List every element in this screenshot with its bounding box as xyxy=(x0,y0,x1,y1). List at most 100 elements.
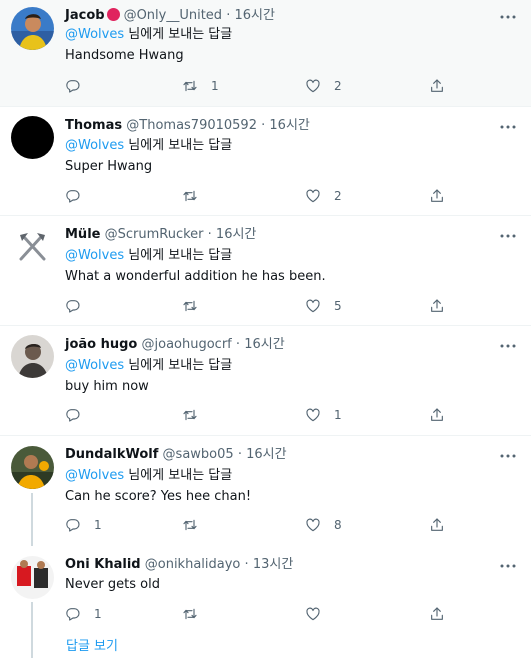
user-name[interactable]: Jacob xyxy=(65,8,105,23)
reply-icon xyxy=(65,188,81,204)
like-button[interactable]: 1 xyxy=(305,406,342,424)
replying-label: 님에게 보내는 답글 xyxy=(128,468,233,483)
heart-icon xyxy=(305,78,321,94)
avatar[interactable] xyxy=(11,556,54,599)
retweet-button[interactable] xyxy=(182,406,211,424)
avatar[interactable] xyxy=(11,225,54,268)
user-name[interactable]: Müle xyxy=(65,227,100,242)
timestamp[interactable]: 16시간 xyxy=(234,8,274,23)
avatar[interactable] xyxy=(11,446,54,489)
user-handle[interactable]: @ScrumRucker xyxy=(105,227,204,242)
tweet-text: Can he score? Yes hee chan! xyxy=(65,489,252,504)
user-name[interactable]: Thomas xyxy=(65,118,122,133)
retweet-button[interactable]: 1 xyxy=(182,77,219,95)
like-button[interactable]: 5 xyxy=(305,297,342,315)
tweet-text: Never gets old xyxy=(65,577,160,592)
mention-link[interactable]: @Wolves xyxy=(65,358,124,373)
user-handle[interactable]: @Only__United xyxy=(124,8,223,23)
retweet-button[interactable] xyxy=(182,516,211,534)
reply-icon xyxy=(65,407,81,423)
more-options-icon[interactable] xyxy=(499,12,517,22)
avatar[interactable] xyxy=(11,116,54,159)
share-button[interactable] xyxy=(429,406,445,424)
reply-icon xyxy=(65,298,81,314)
timestamp[interactable]: 16시간 xyxy=(244,337,284,352)
retweet-icon xyxy=(182,517,198,533)
show-replies-link[interactable]: 답글 보기 xyxy=(66,638,118,656)
retweet-button[interactable] xyxy=(182,187,211,205)
mention-link[interactable]: @Wolves xyxy=(65,27,124,42)
separator: · xyxy=(235,337,241,352)
tweet-text: Handsome Hwang xyxy=(65,48,184,63)
reply-count: 1 xyxy=(94,518,102,532)
user-name[interactable]: Oni Khalid xyxy=(65,557,141,572)
reply-tweet[interactable]: Thomas @Thomas79010592 · 16시간 @Wolves 님에… xyxy=(0,107,531,215)
user-name[interactable]: joão hugo xyxy=(65,337,137,352)
reply-button[interactable]: 1 xyxy=(65,605,102,623)
share-button[interactable] xyxy=(429,605,445,623)
tweet-actions: 1 xyxy=(65,605,455,623)
more-options-icon[interactable] xyxy=(499,561,517,571)
more-options-icon[interactable] xyxy=(499,231,517,241)
reply-icon xyxy=(65,78,81,94)
share-button[interactable] xyxy=(429,516,445,534)
replying-to: @Wolves 님에게 보내는 답글 xyxy=(65,26,232,44)
user-handle[interactable]: @joaohugocrf xyxy=(142,337,232,352)
avatar[interactable] xyxy=(11,7,54,50)
separator: · xyxy=(237,447,242,462)
tweet-actions: 2 xyxy=(65,187,455,205)
reply-tweet[interactable]: Müle @ScrumRucker · 16시간 @Wolves 님에게 보내는… xyxy=(0,216,531,325)
reply-tweet[interactable]: DundalkWolf @sawbo05 · 16시간 @Wolves 님에게 … xyxy=(0,436,531,546)
share-icon xyxy=(429,407,445,423)
share-button[interactable] xyxy=(429,187,445,205)
reply-button[interactable] xyxy=(65,187,94,205)
like-count: 2 xyxy=(334,79,342,93)
share-button[interactable] xyxy=(429,297,445,315)
reply-button[interactable] xyxy=(65,297,94,315)
share-icon xyxy=(429,78,445,94)
separator: · xyxy=(261,118,266,133)
like-button[interactable]: 8 xyxy=(305,516,342,534)
retweet-icon xyxy=(182,606,198,622)
mention-link[interactable]: @Wolves xyxy=(65,138,124,153)
like-count: 1 xyxy=(334,408,342,422)
user-handle[interactable]: @Thomas79010592 xyxy=(126,118,257,133)
user-handle[interactable]: @onikhalidayo xyxy=(145,557,241,572)
reply-tweet[interactable]: joão hugo @joaohugocrf · 16시간 @Wolves 님에… xyxy=(0,326,531,435)
tweet-text: What a wonderful addition he has been. xyxy=(65,269,326,284)
reply-tweet[interactable]: Jacob @Only__United · 16시간 @Wolves 님에게 보내… xyxy=(0,0,531,106)
like-button[interactable] xyxy=(305,605,334,623)
share-icon xyxy=(429,517,445,533)
timestamp[interactable]: 16시간 xyxy=(246,447,286,462)
like-button[interactable]: 2 xyxy=(305,77,342,95)
reply-button[interactable] xyxy=(65,406,94,424)
heart-icon xyxy=(305,606,321,622)
verified-badge-icon xyxy=(106,8,120,21)
timestamp[interactable]: 16시간 xyxy=(269,118,309,133)
mention-link[interactable]: @Wolves xyxy=(65,468,124,483)
reply-button[interactable] xyxy=(65,77,94,95)
separator: · xyxy=(207,227,212,242)
reply-button[interactable]: 1 xyxy=(65,516,102,534)
retweet-icon xyxy=(182,407,198,423)
like-button[interactable]: 2 xyxy=(305,187,342,205)
reply-icon xyxy=(65,606,81,622)
more-options-icon[interactable] xyxy=(499,341,517,351)
mention-link[interactable]: @Wolves xyxy=(65,248,124,263)
timestamp[interactable]: 13시간 xyxy=(253,557,293,572)
retweet-icon xyxy=(182,188,198,204)
timestamp[interactable]: 16시간 xyxy=(216,227,256,242)
more-options-icon[interactable] xyxy=(499,122,517,132)
retweet-button[interactable] xyxy=(182,297,211,315)
avatar[interactable] xyxy=(11,335,54,378)
replying-label: 님에게 보내는 답글 xyxy=(128,138,233,153)
retweet-button[interactable] xyxy=(182,605,211,623)
user-handle[interactable]: @sawbo05 xyxy=(163,447,234,462)
share-icon xyxy=(429,606,445,622)
more-options-icon[interactable] xyxy=(499,451,517,461)
reply-tweet[interactable]: Oni Khalid @onikhalidayo · 13시간 Never ge… xyxy=(0,546,531,638)
tweet-text: buy him now xyxy=(65,379,149,394)
tweet-actions: 1 xyxy=(65,406,455,424)
user-name[interactable]: DundalkWolf xyxy=(65,447,158,462)
share-button[interactable] xyxy=(429,77,445,95)
